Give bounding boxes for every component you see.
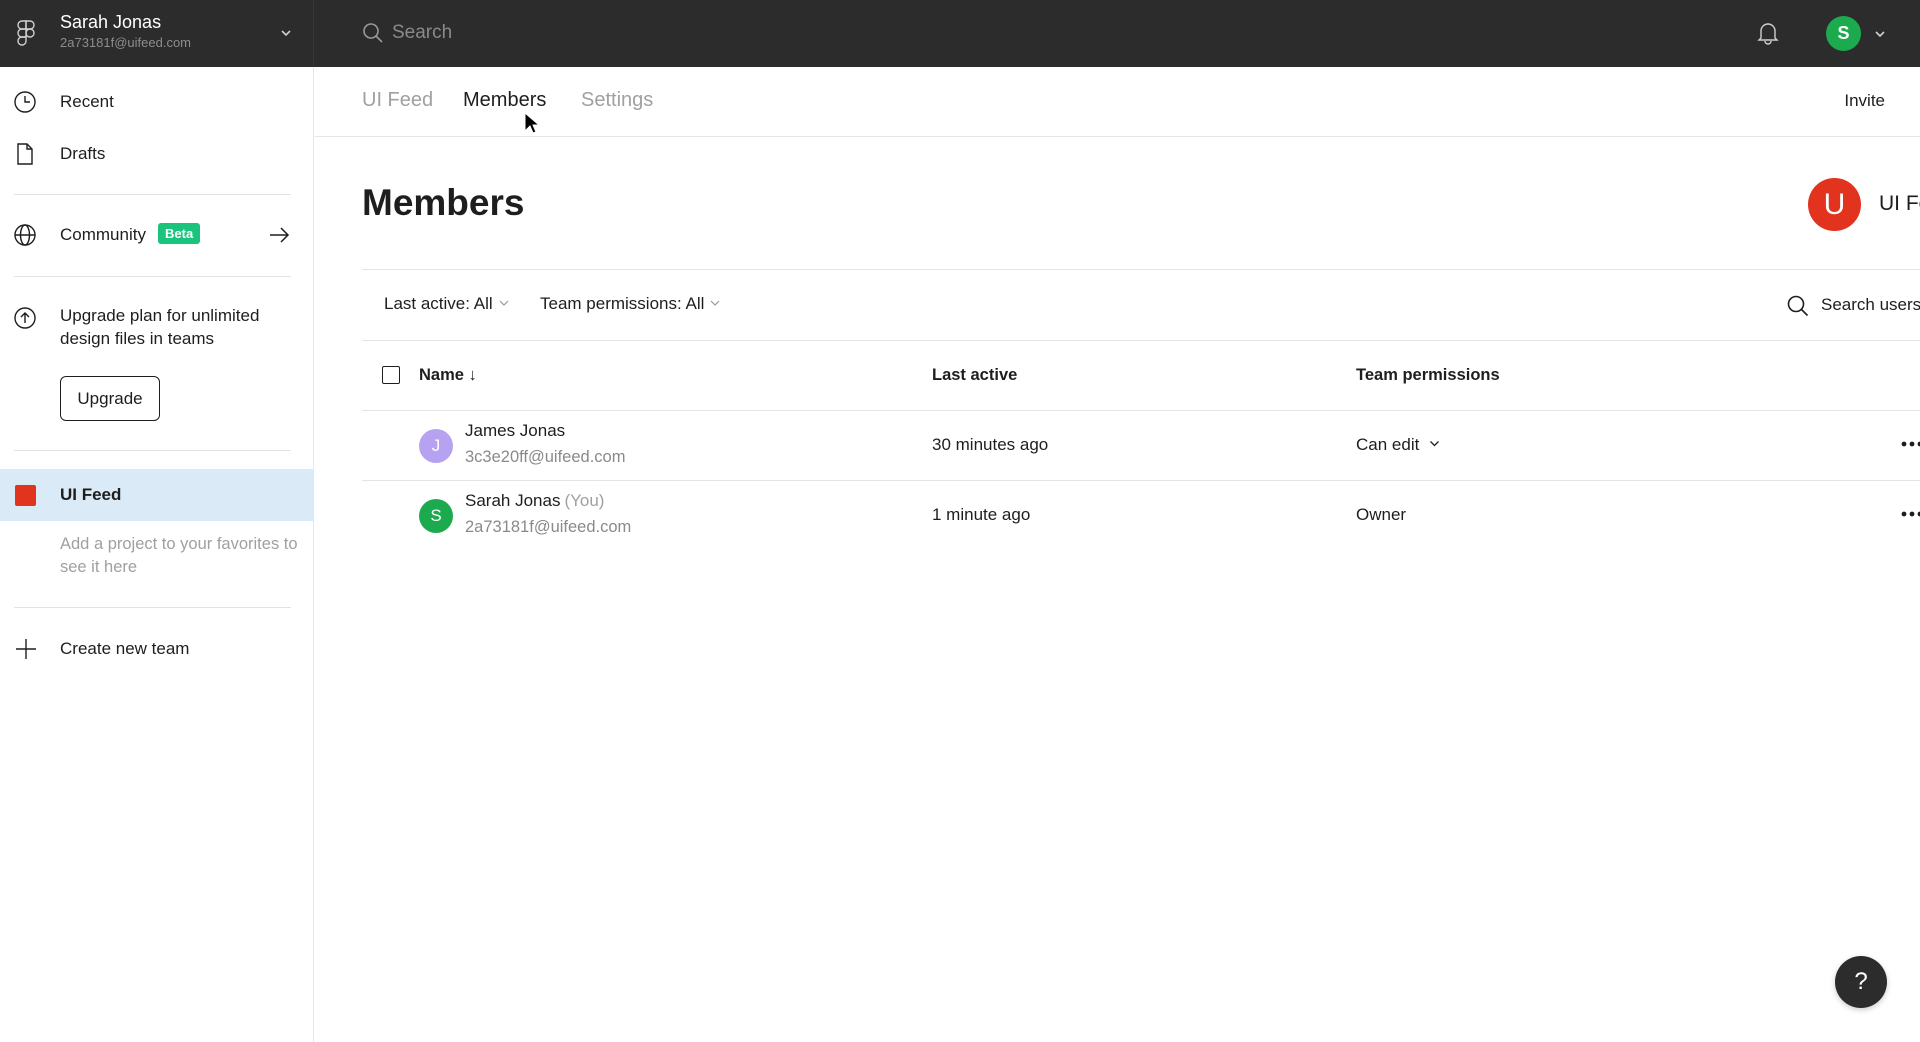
arrow-right-icon — [270, 227, 290, 243]
search-users-placeholder: Search users — [1821, 295, 1920, 314]
team-avatar: U — [1808, 178, 1861, 231]
member-last-active: 30 minutes ago — [932, 435, 1049, 454]
upgrade-button[interactable]: Upgrade — [60, 376, 160, 421]
favorites-hint: Add a project to your favorites to see i… — [60, 535, 298, 576]
member-name-text: Sarah Jonas — [465, 491, 561, 510]
more-options-icon[interactable] — [1900, 507, 1920, 521]
column-header-name[interactable]: Name ↓ — [419, 366, 477, 385]
mouse-cursor-icon — [524, 112, 540, 134]
team-permissions-filter[interactable]: Team permissions: All — [540, 294, 720, 314]
create-team-button[interactable]: Create new team — [0, 624, 313, 674]
chevron-down-icon[interactable] — [1874, 28, 1886, 40]
sidebar-item-label: Recent — [60, 92, 114, 111]
globe-icon — [14, 224, 36, 246]
chevron-down-icon — [499, 300, 509, 306]
tab-members[interactable]: Members — [463, 89, 546, 112]
team-color-swatch — [15, 485, 36, 506]
arrow-up-circle-icon — [14, 307, 36, 329]
divider — [362, 340, 1920, 341]
permission-value: Can edit — [1356, 435, 1420, 454]
permission-dropdown[interactable]: Can edit — [1356, 435, 1440, 455]
sidebar: Recent Drafts Community Beta Upgrade pla… — [0, 67, 314, 1042]
sidebar-item-drafts[interactable]: Drafts — [0, 129, 313, 179]
team-avatar-name: UI Feed — [1879, 192, 1920, 215]
search-icon — [363, 23, 383, 43]
sidebar-item-label: Community — [60, 225, 146, 244]
figma-logo-icon — [17, 20, 35, 46]
bell-icon[interactable] — [1756, 20, 1780, 46]
chevron-down-icon — [710, 300, 720, 306]
member-last-active: 1 minute ago — [932, 505, 1031, 524]
member-name: James Jonas — [465, 421, 565, 441]
search-icon — [1787, 295, 1809, 317]
user-avatar[interactable]: S — [1826, 16, 1861, 51]
divider — [14, 450, 291, 451]
member-avatar: J — [419, 429, 453, 463]
team-name: UI Feed — [60, 485, 122, 504]
column-header-last-active[interactable]: Last active — [932, 366, 1017, 385]
divider — [14, 607, 291, 608]
page-title: Members — [362, 182, 525, 223]
table-row: S Sarah Jonas (You) 2a73181f@uifeed.com 1… — [362, 481, 1920, 550]
clock-icon — [14, 91, 36, 113]
help-button[interactable]: ? — [1835, 956, 1887, 1008]
chevron-down-icon — [1430, 441, 1440, 447]
table-row: J James Jonas 3c3e20ff@uifeed.com 30 min… — [362, 411, 1920, 480]
divider — [14, 276, 291, 277]
plus-icon — [16, 639, 36, 659]
last-active-filter-label: Last active: All — [384, 294, 493, 313]
invite-button[interactable]: Invite — [1844, 91, 1885, 111]
column-header-name-label: Name — [419, 366, 464, 384]
tab-settings[interactable]: Settings — [581, 89, 653, 112]
team-permissions-filter-label: Team permissions: All — [540, 294, 705, 313]
top-bar: Sarah Jonas 2a73181f@uifeed.com S — [0, 0, 1920, 67]
sort-arrow-down-icon: ↓ — [468, 366, 477, 384]
last-active-filter[interactable]: Last active: All — [384, 294, 509, 314]
tab-ui-feed[interactable]: UI Feed — [362, 89, 433, 112]
more-options-icon[interactable] — [1900, 437, 1920, 451]
upgrade-prompt: Upgrade plan for unlimited design files … — [0, 304, 313, 364]
upgrade-text: Upgrade plan for unlimited design files … — [60, 306, 260, 348]
search-users-input[interactable]: Search users — [1786, 292, 1920, 320]
account-email: 2a73181f@uifeed.com — [60, 35, 192, 50]
sidebar-item-label: Drafts — [60, 144, 106, 163]
column-header-permissions[interactable]: Team permissions — [1356, 366, 1500, 385]
account-switcher[interactable]: Sarah Jonas 2a73181f@uifeed.com — [0, 0, 314, 67]
divider — [14, 194, 291, 195]
member-name: Sarah Jonas (You) — [465, 491, 604, 511]
sidebar-item-community[interactable]: Community Beta — [0, 210, 313, 260]
tab-bar: UI Feed Members Settings Invite — [315, 67, 1920, 137]
member-name-text: James Jonas — [465, 421, 566, 440]
divider — [362, 269, 1920, 270]
beta-badge: Beta — [158, 223, 201, 244]
create-team-label: Create new team — [60, 639, 190, 658]
account-name: Sarah Jonas — [60, 12, 162, 32]
member-avatar: S — [419, 499, 453, 533]
sidebar-item-recent[interactable]: Recent — [0, 77, 313, 127]
chevron-down-icon — [281, 30, 291, 37]
member-email: 3c3e20ff@uifeed.com — [465, 448, 626, 466]
you-label: (You) — [564, 491, 605, 510]
select-all-checkbox[interactable] — [382, 366, 400, 384]
sidebar-item-team[interactable]: UI Feed — [0, 469, 313, 521]
permission-value: Owner — [1356, 505, 1407, 524]
search-input[interactable] — [392, 16, 992, 50]
member-email: 2a73181f@uifeed.com — [465, 518, 632, 536]
file-icon — [17, 143, 33, 165]
